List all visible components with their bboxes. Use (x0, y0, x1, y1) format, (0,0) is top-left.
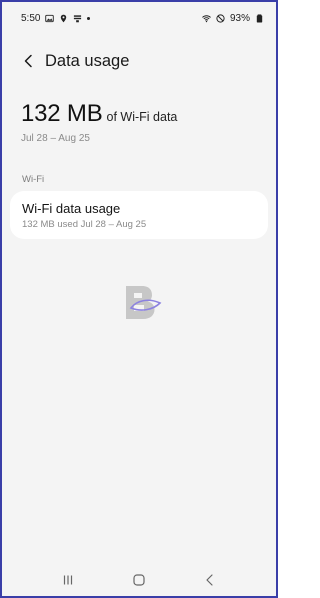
status-bar-left: 5:50 (21, 12, 91, 24)
page-title: Data usage (45, 51, 130, 70)
app-header: Data usage (2, 46, 276, 76)
wifi-data-usage-subtitle: 132 MB used Jul 28 – Aug 25 (22, 219, 147, 230)
usage-period: Jul 28 – Aug 25 (21, 133, 90, 144)
wifi-icon (202, 14, 211, 23)
section-label-wifi: Wi-Fi (22, 174, 45, 185)
back-button[interactable] (14, 46, 44, 76)
chevron-left-icon (24, 54, 32, 68)
recent-apps-icon (63, 575, 72, 585)
phone-screen: 5:50 93% Data usage 132 MB of Wi-Fi data… (0, 0, 278, 598)
image-icon (45, 14, 55, 23)
wifi-data-usage-title: Wi-Fi data usage (22, 201, 121, 216)
usage-amount: 132 MB (21, 100, 103, 127)
system-back-button[interactable] (195, 565, 225, 595)
battery-percentage: 93% (229, 12, 250, 24)
status-bar-right: 93% (202, 13, 264, 24)
location-icon (59, 14, 68, 23)
usage-summary: 132 MB of Wi-Fi data Jul 28 – Aug 25 (21, 100, 261, 144)
recent-apps-button[interactable] (53, 565, 83, 595)
system-navigation-bar (2, 564, 276, 596)
wifi-data-usage-item[interactable]: Wi-Fi data usage 132 MB used Jul 28 – Au… (10, 191, 268, 239)
watermark-logo (123, 282, 163, 322)
usage-line: 132 MB of Wi-Fi data (21, 100, 261, 128)
home-icon (133, 574, 145, 586)
do-not-disturb-icon (216, 13, 225, 23)
notification-dot-icon (87, 16, 91, 20)
back-icon (206, 574, 213, 586)
data-saver-icon (73, 14, 82, 23)
status-bar: 5:50 93% (2, 2, 276, 34)
status-time: 5:50 (21, 12, 41, 24)
usage-suffix: of Wi-Fi data (106, 110, 178, 124)
battery-icon (255, 13, 264, 23)
home-button[interactable] (124, 565, 154, 595)
